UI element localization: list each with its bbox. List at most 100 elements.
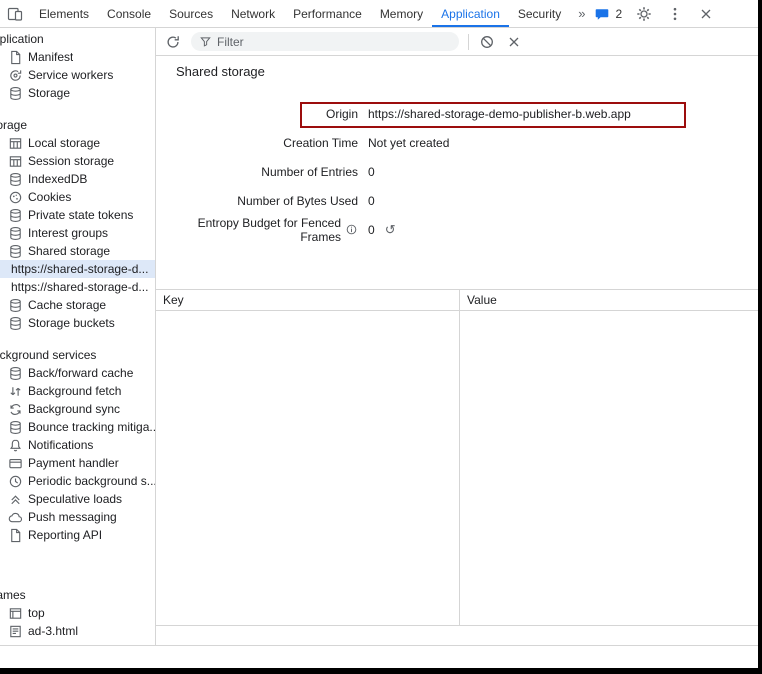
sidebar-item-shared-storage[interactable]: Shared storage [0,242,155,260]
info-icon[interactable] [345,223,358,236]
sidebar-item-label: https://shared-storage-d... [11,280,148,294]
tab-security[interactable]: Security [509,0,570,27]
window-bottom-edge [0,668,762,674]
column-header-key[interactable]: Key [156,290,459,310]
sidebar-item-top[interactable]: top [0,604,155,622]
tab-memory[interactable]: Memory [371,0,432,27]
frame-ad-icon [8,624,23,639]
tab-network[interactable]: Network [222,0,284,27]
delete-selected-icon[interactable] [505,33,523,51]
field-value: 0 [368,165,375,179]
sidebar-item-reporting-api[interactable]: Reporting API [0,526,155,544]
report-fields: Originhttps://shared-storage-demo-publis… [176,99,762,244]
sidebar-item-label: https://shared-storage-d... [11,262,148,276]
sidebar-item-indexeddb[interactable]: IndexedDB [0,170,155,188]
sidebar-item-label: Private state tokens [28,208,133,222]
sidebar-item-cache-storage[interactable]: Cache storage [0,296,155,314]
sidebar-item-background-sync[interactable]: Background sync [0,400,155,418]
sidebar-section-storage: StorageLocal storageSession storageIndex… [0,116,155,332]
shared-storage-toolbar: Filter [156,28,762,56]
field-label: Origin [176,107,358,121]
sidebar-item-https-shared-storage-d[interactable]: https://shared-storage-d... [0,278,155,296]
sidebar-item-label: Payment handler [28,456,119,470]
tab-elements[interactable]: Elements [30,0,98,27]
issues-icon [593,5,611,23]
field-value-text: 0 [368,165,375,179]
sidebar-item-label: Background fetch [28,384,121,398]
toolbar-divider [468,34,469,50]
sidebar-item-label: Bounce tracking mitiga... [28,420,155,434]
reset-entropy-budget-icon[interactable]: ↺ [385,223,396,236]
sidebar-item-interest-groups[interactable]: Interest groups [0,224,155,242]
field-row-creation-time: Creation TimeNot yet created [176,128,762,157]
panel-tabs: ElementsConsoleSourcesNetworkPerformance… [30,0,570,27]
cloud-icon [8,510,23,525]
refresh-icon[interactable] [164,33,182,51]
sidebar-item-payment-handler[interactable]: Payment handler [0,454,155,472]
filter-funnel-icon [199,35,212,48]
clear-all-icon[interactable] [478,33,496,51]
field-label-text: Entropy Budget for Fenced Frames [176,216,341,244]
sidebar-item-periodic-background-s[interactable]: Periodic background s... [0,472,155,490]
issues-counter-button[interactable]: 2 [593,5,622,23]
settings-gear-icon[interactable] [635,5,653,23]
sidebar-item-https-shared-storage-d[interactable]: https://shared-storage-d... [0,260,155,278]
sidebar-item-push-messaging[interactable]: Push messaging [0,508,155,526]
sidebar-item-label: Notifications [28,438,93,452]
sidebar-item-local-storage[interactable]: Local storage [0,134,155,152]
sidebar-item-label: Back/forward cache [28,366,133,380]
page-title: Shared storage [176,64,762,81]
sidebar-item-speculative-loads[interactable]: Speculative loads [0,490,155,508]
sidebar-item-background-fetch[interactable]: Background fetch [0,382,155,400]
field-label: Creation Time [176,136,358,150]
sidebar-item-label: IndexedDB [28,172,87,186]
database-icon [8,298,23,313]
sidebar-item-label: Service workers [28,68,113,82]
storage-items-table: Key Value [156,289,762,626]
tab-performance[interactable]: Performance [284,0,371,27]
sidebar-item-storage[interactable]: Storage [0,84,155,102]
sidebar-item-session-storage[interactable]: Session storage [0,152,155,170]
tab-console[interactable]: Console [98,0,160,27]
sidebar-item-private-state-tokens[interactable]: Private state tokens [0,206,155,224]
clock-icon [8,474,23,489]
speculative-icon [8,492,23,507]
field-label-text: Number of Entries [261,165,358,179]
database-icon [8,86,23,101]
sidebar-item-back-forward-cache[interactable]: Back/forward cache [0,364,155,382]
database-icon [8,226,23,241]
database-icon [8,172,23,187]
column-header-value[interactable]: Value [459,290,762,310]
field-value-text: 0 [368,194,375,208]
sidebar-section-application: ApplicationManifestService workersStorag… [0,30,155,102]
sidebar-item-notifications[interactable]: Notifications [0,436,155,454]
tab-application[interactable]: Application [432,0,509,27]
sidebar-item-manifest[interactable]: Manifest [0,48,155,66]
manifest-icon [8,50,23,65]
shared-storage-report: Shared storage Originhttps://shared-stor… [156,56,762,244]
shared-storage-panel: Filter Shared storage Originhttps://shar… [156,28,762,645]
bell-icon [8,438,23,453]
sidebar-item-cookies[interactable]: Cookies [0,188,155,206]
filter-input[interactable]: Filter [191,32,459,51]
sync-icon [8,402,23,417]
more-tabs-button[interactable]: » [570,6,593,21]
sidebar-section-background-services: Background servicesBack/forward cacheBac… [0,346,155,544]
sidebar-item-ad-3-html[interactable]: ad-3.html [0,622,155,640]
field-label-text: Number of Bytes Used [237,194,358,208]
sidebar-item-bounce-tracking-mitiga[interactable]: Bounce tracking mitiga... [0,418,155,436]
field-value: 0 [368,194,375,208]
table-header-row: Key Value [156,290,762,311]
field-row-origin: Originhttps://shared-storage-demo-publis… [176,99,762,128]
cookie-icon [8,190,23,205]
issues-count: 2 [615,7,622,21]
field-label-text: Origin [326,107,358,121]
toggle-device-toolbar-button[interactable] [6,5,24,23]
sidebar-item-storage-buckets[interactable]: Storage buckets [0,314,155,332]
menu-dots-icon[interactable] [666,5,684,23]
sidebar-item-service-workers[interactable]: Service workers [0,66,155,84]
sidebar-item-label: Storage [28,86,70,100]
tab-sources[interactable]: Sources [160,0,222,27]
sidebar-item-label: Speculative loads [28,492,122,506]
close-devtools-icon[interactable] [697,5,715,23]
